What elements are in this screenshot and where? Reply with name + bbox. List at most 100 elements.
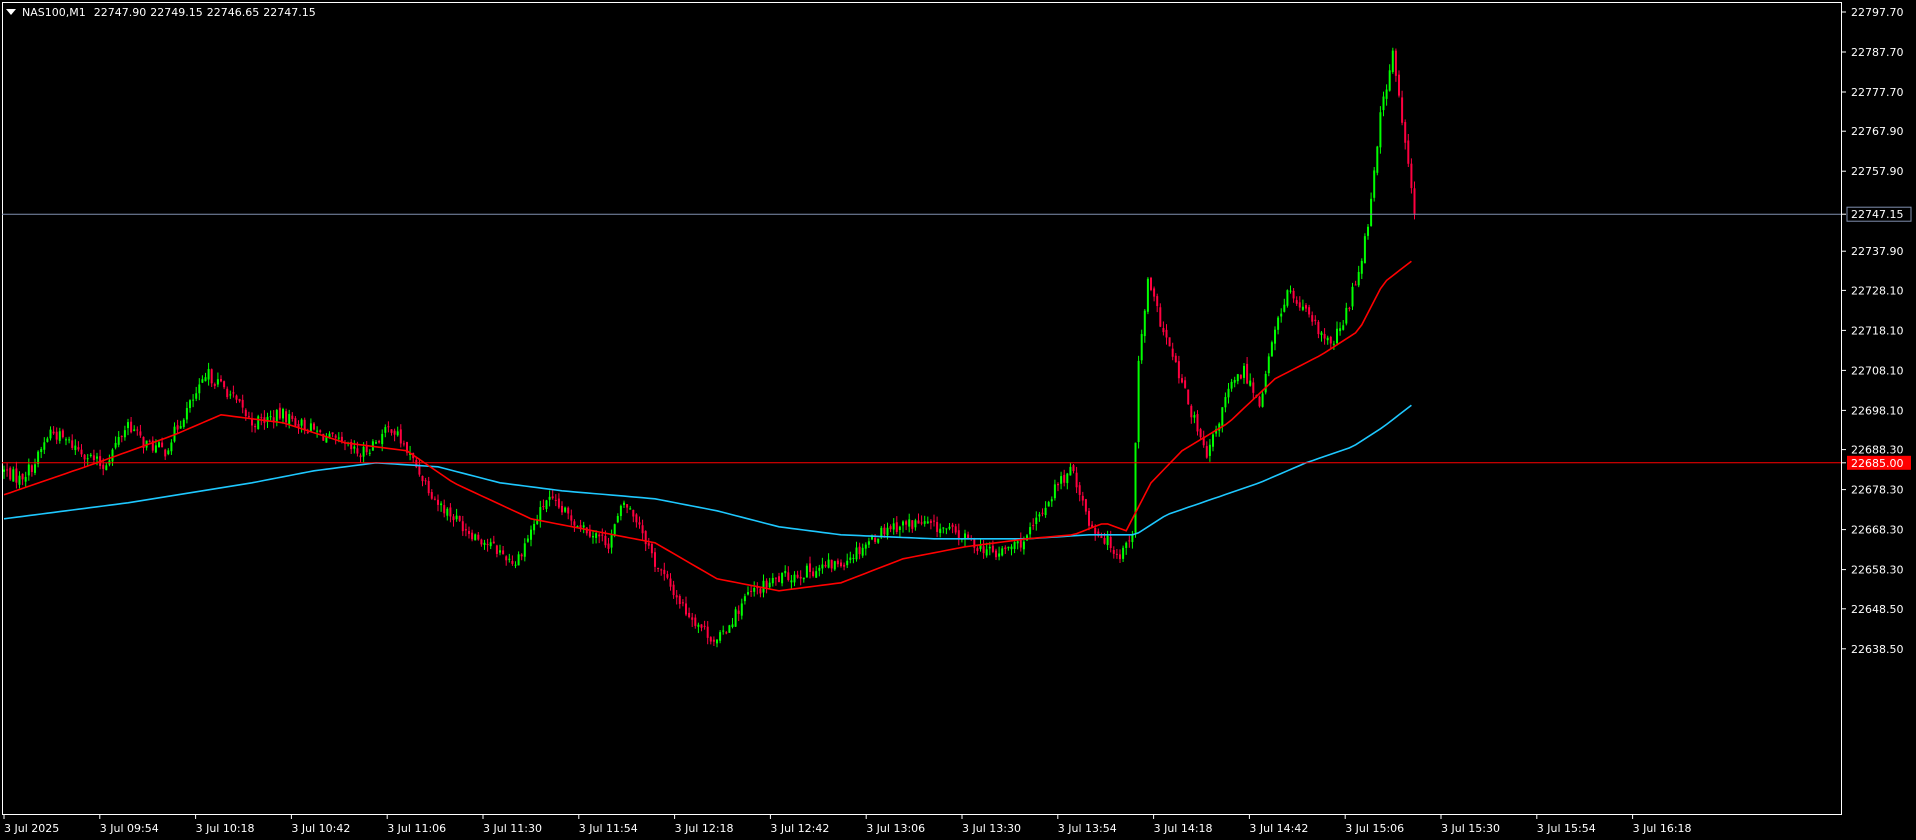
candle-body (40, 449, 43, 453)
close-price: 22747.15 (263, 5, 316, 19)
candle-body (951, 524, 954, 527)
candle-body (1394, 50, 1397, 76)
time-tick-label: 3 Jul 11:30 (483, 822, 542, 835)
candle-body (731, 624, 734, 628)
candle-body (561, 505, 563, 513)
candle-body (905, 521, 908, 525)
candle-body (889, 526, 892, 530)
candle-body (784, 571, 787, 574)
candle-body (511, 560, 514, 564)
candle-body (49, 429, 52, 439)
candle-body (768, 582, 771, 588)
candle-body (1258, 396, 1261, 407)
candle-body (1286, 290, 1289, 306)
candle-body (455, 515, 458, 520)
candle-body (523, 543, 526, 557)
candle-body (836, 560, 839, 565)
candle-body (691, 617, 694, 620)
candle-body (477, 534, 480, 540)
candle-body (1137, 360, 1140, 443)
candle-body (257, 416, 260, 429)
candle-body (911, 520, 914, 529)
candle-body (387, 426, 390, 428)
candle-body (846, 560, 849, 566)
candle-body (530, 529, 532, 540)
candle-body (1109, 536, 1112, 548)
candle-body (43, 442, 46, 450)
candle-body (158, 442, 160, 448)
candle-body (499, 550, 501, 553)
price-axis: 22797.70 22787.70 22777.70 22767.90 22757.90… (1841, 6, 1912, 656)
candle-body (9, 467, 12, 480)
candle-body (818, 567, 821, 571)
candle-body (1264, 373, 1267, 393)
candle-body (1165, 329, 1168, 338)
candle-body (1057, 483, 1059, 486)
candle-body (734, 609, 737, 627)
candle-body (424, 480, 427, 482)
candle-body (1181, 378, 1183, 383)
candle-body (796, 574, 799, 578)
candle-body (275, 410, 278, 422)
candle-body (1187, 389, 1190, 405)
candle-body (437, 499, 439, 505)
candle-body (564, 507, 567, 512)
candle-body (700, 624, 703, 628)
candle-body (474, 534, 477, 541)
candle-body (1230, 381, 1233, 389)
candle-body (1159, 307, 1162, 327)
candle-body (1162, 328, 1165, 333)
candle-body (176, 425, 179, 430)
candle-body (235, 395, 238, 400)
candle-body (598, 534, 601, 537)
candle-body (740, 603, 743, 616)
candle-body (446, 508, 449, 516)
candle-body (1156, 296, 1159, 307)
candle-body (402, 443, 405, 445)
candle-body (812, 571, 815, 577)
price-tick-label: 22688.30 (1851, 444, 1904, 457)
candle-body (573, 521, 576, 526)
candle-body (626, 504, 629, 508)
candle-body (1413, 188, 1416, 214)
candle-body (1184, 380, 1187, 388)
price-tick-label: 22638.50 (1851, 643, 1904, 656)
candle-body (375, 442, 377, 444)
candle-body (136, 429, 139, 431)
chart-window[interactable]: 22797.70 22787.70 22777.70 22767.90 22757.90… (0, 0, 1916, 840)
candle-body (216, 379, 219, 385)
candle-body (874, 537, 877, 542)
candle-body (688, 612, 691, 618)
candle-body (362, 446, 365, 457)
candle-body (1088, 510, 1090, 526)
candle-body (778, 576, 780, 582)
candle-body (241, 399, 244, 408)
candle-body (421, 475, 424, 482)
candle-body (635, 514, 638, 523)
candle-body (1035, 517, 1038, 525)
candle-body (340, 436, 343, 441)
candle-body (1072, 465, 1075, 472)
candle-body (15, 468, 18, 483)
candle-body (440, 503, 443, 506)
price-tick-label: 22698.10 (1851, 404, 1904, 417)
candle-body (830, 559, 833, 569)
price-chart[interactable]: 22797.70 22787.70 22777.70 22767.90 22757.90… (0, 0, 1916, 840)
candle-body (719, 632, 722, 641)
candle-body (861, 547, 864, 556)
candle-body (102, 464, 105, 469)
candle-body (18, 475, 21, 485)
dropdown-triangle-icon[interactable] (6, 9, 16, 15)
candle-body (390, 429, 393, 433)
candle-body (1128, 540, 1131, 542)
candle-body (117, 436, 120, 445)
symbol-header: NAS100,M1 22747.90 22749.15 22746.65 227… (4, 4, 320, 20)
candle-body (207, 368, 210, 380)
candle-body (660, 569, 663, 571)
candle-body (139, 431, 142, 436)
candle-body (1320, 332, 1323, 336)
candle-body (917, 520, 920, 524)
candle-body (92, 455, 95, 461)
candle-body (678, 596, 681, 604)
candle-body (1404, 122, 1407, 143)
